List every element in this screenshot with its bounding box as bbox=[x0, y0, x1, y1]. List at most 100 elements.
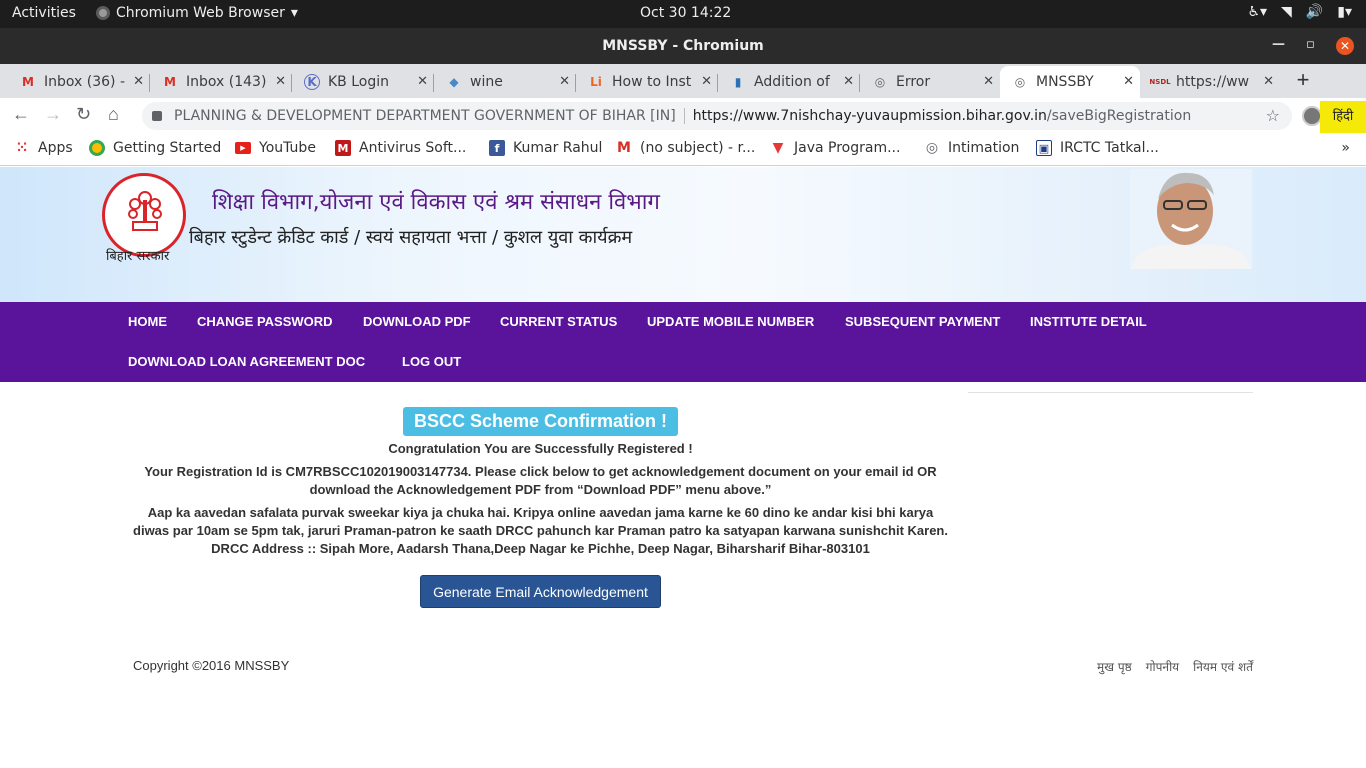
tab-wine[interactable]: ◆ wine ✕ bbox=[434, 66, 576, 98]
footer-link-privacy[interactable]: गोपनीय bbox=[1146, 658, 1179, 675]
maximize-icon[interactable]: ▫ bbox=[1306, 37, 1315, 52]
bookmark-label: Apps bbox=[38, 140, 73, 156]
close-tab-icon[interactable]: ✕ bbox=[133, 74, 144, 89]
clock[interactable]: Oct 30 14:22 bbox=[640, 5, 731, 21]
globe-icon: ◎ bbox=[925, 140, 939, 156]
nav-home[interactable]: HOME bbox=[128, 314, 167, 329]
tutorials-icon: ▼ bbox=[772, 140, 784, 156]
url-text[interactable]: https://www.7nishchay-yuvaupmission.biha… bbox=[693, 108, 1192, 124]
generate-email-acknowledgement-button[interactable]: Generate Email Acknowledgement bbox=[420, 575, 661, 608]
registration-id-text: Your Registration Id is CM7RBSCC10201900… bbox=[144, 464, 937, 479]
new-tab-button[interactable]: + bbox=[1290, 68, 1316, 94]
forward-icon[interactable]: → bbox=[44, 104, 62, 125]
footer-link-terms[interactable]: नियम एवं शर्तें bbox=[1193, 658, 1253, 675]
nav-download-loan-agreement[interactable]: DOWNLOAD LOAN AGREEMENT DOC bbox=[128, 354, 365, 369]
window-title: MNSSBY - Chromium bbox=[602, 38, 764, 54]
gmail-icon: M bbox=[617, 140, 631, 156]
bookmark-label: Antivirus Soft... bbox=[359, 140, 467, 156]
instruction-text-2: diwas par 10am se 5pm tak, jaruri Praman… bbox=[133, 523, 948, 538]
close-tab-icon[interactable]: ✕ bbox=[1263, 74, 1274, 89]
bookmark-getting-started[interactable]: Getting Started bbox=[89, 140, 221, 156]
chief-minister-photo bbox=[1130, 169, 1252, 269]
bookmark-label: Getting Started bbox=[113, 140, 222, 156]
app-menu[interactable]: Chromium Web Browser ▾ bbox=[96, 5, 298, 21]
chevron-down-icon: ▾ bbox=[290, 5, 298, 21]
bookmark-star-icon[interactable]: ☆ bbox=[1266, 106, 1280, 125]
profile-avatar[interactable] bbox=[1302, 106, 1322, 126]
bookmark-java-program[interactable]: ▼ Java Program... bbox=[770, 140, 901, 156]
bookmark-youtube[interactable]: ▶ YouTube bbox=[235, 140, 316, 156]
bookmark-irctc[interactable]: ▣ IRCTC Tatkal... bbox=[1036, 140, 1159, 156]
back-icon[interactable]: ← bbox=[12, 104, 30, 125]
tab-mnssby[interactable]: ◎ MNSSBY ✕ bbox=[1000, 66, 1140, 98]
activities-button[interactable]: Activities bbox=[12, 5, 76, 21]
bookmark-intimation[interactable]: ◎ Intimation bbox=[924, 140, 1020, 156]
copyright-text: Copyright ©2016 MNSSBY bbox=[133, 658, 290, 673]
bihar-emblem-logo bbox=[102, 173, 186, 257]
bookmarks-bar: ⁙ Apps Getting Started ▶ YouTube M Antiv… bbox=[0, 134, 1366, 166]
nav-change-password[interactable]: CHANGE PASSWORD bbox=[197, 314, 333, 329]
facebook-icon: f bbox=[489, 140, 505, 156]
bookmark-label: Intimation bbox=[948, 140, 1020, 156]
gmail-icon: M bbox=[22, 75, 34, 89]
tab-how-to-install[interactable]: Li How to Inst ✕ bbox=[576, 66, 718, 98]
browser-toolbar: ← → ↻ ⌂ PLANNING & DEVELOPMENT DEPARTMEN… bbox=[0, 98, 1366, 134]
instruction-text-1: Aap ka aavedan safalata purvak sweekar k… bbox=[147, 505, 934, 520]
bookmark-label: Java Program... bbox=[794, 140, 901, 156]
close-tab-icon[interactable]: ✕ bbox=[843, 74, 854, 89]
tab-error[interactable]: ◎ Error ✕ bbox=[860, 66, 1000, 98]
bookmark-label: YouTube bbox=[259, 140, 316, 156]
close-window-icon[interactable]: ✕ bbox=[1336, 37, 1354, 55]
main-nav: HOME CHANGE PASSWORD DOWNLOAD PDF CURREN… bbox=[0, 302, 1366, 382]
close-tab-icon[interactable]: ✕ bbox=[559, 74, 570, 89]
close-tab-icon[interactable]: ✕ bbox=[983, 74, 994, 89]
hindi-language-button[interactable]: हिंदी bbox=[1320, 101, 1366, 133]
nav-current-status[interactable]: CURRENT STATUS bbox=[500, 314, 617, 329]
tab-addition-of[interactable]: ▮ Addition of ✕ bbox=[718, 66, 860, 98]
nav-download-pdf[interactable]: DOWNLOAD PDF bbox=[363, 314, 471, 329]
reload-icon[interactable]: ↻ bbox=[76, 104, 91, 125]
more-bookmarks-icon[interactable]: » bbox=[1341, 140, 1350, 156]
tab-kb-login[interactable]: K KB Login ✕ bbox=[292, 66, 434, 98]
tab-inbox-36[interactable]: M Inbox (36) - ✕ bbox=[8, 66, 150, 98]
close-tab-icon[interactable]: ✕ bbox=[1123, 74, 1134, 89]
bookmark-antivirus[interactable]: M Antivirus Soft... bbox=[335, 140, 466, 156]
battery-icon[interactable]: ▮▾ bbox=[1337, 4, 1352, 20]
chrome-icon bbox=[89, 140, 105, 156]
lock-icon[interactable] bbox=[152, 111, 162, 121]
gmail-icon: M bbox=[164, 75, 176, 89]
footer-links: मुख पृष्ठ गोपनीय नियम एवं शर्तें bbox=[1097, 658, 1253, 675]
close-tab-icon[interactable]: ✕ bbox=[275, 74, 286, 89]
nsdl-icon: NSDL bbox=[1149, 78, 1171, 86]
close-tab-icon[interactable]: ✕ bbox=[701, 74, 712, 89]
confirmation-badge: BSCC Scheme Confirmation ! bbox=[403, 407, 678, 436]
footer-link-home[interactable]: मुख पृष्ठ bbox=[1097, 658, 1132, 675]
minimize-icon[interactable]: — bbox=[1272, 37, 1285, 52]
globe-icon: ◎ bbox=[874, 75, 886, 89]
accessibility-icon[interactable]: ♿▾ bbox=[1247, 4, 1267, 20]
system-tray[interactable]: ♿▾ ◥ 🔊 ▮▾ bbox=[1247, 4, 1352, 20]
tab-nsdl[interactable]: NSDL https://ww ✕ bbox=[1140, 66, 1280, 98]
site-header: बिहार सरकार शिक्षा विभाग,योजना एवं विकास… bbox=[0, 167, 1366, 302]
nav-institute-detail[interactable]: INSTITUTE DETAIL bbox=[1030, 314, 1147, 329]
tab-inbox-143[interactable]: M Inbox (143) ✕ bbox=[150, 66, 292, 98]
app-name: Chromium Web Browser bbox=[116, 5, 285, 21]
bookmark-kumar-rahul[interactable]: f Kumar Rahul bbox=[489, 140, 602, 156]
department-title: शिक्षा विभाग,योजना एवं विकास एवं श्रम सं… bbox=[212, 190, 660, 215]
nav-log-out[interactable]: LOG OUT bbox=[402, 354, 461, 369]
chromium-icon bbox=[96, 6, 110, 20]
bookmark-label: IRCTC Tatkal... bbox=[1060, 140, 1159, 156]
wifi-icon[interactable]: ◥ bbox=[1281, 4, 1292, 20]
home-icon[interactable]: ⌂ bbox=[108, 104, 119, 125]
close-tab-icon[interactable]: ✕ bbox=[417, 74, 428, 89]
wine-icon: ◆ bbox=[449, 75, 459, 89]
nav-update-mobile-number[interactable]: UPDATE MOBILE NUMBER bbox=[647, 314, 814, 329]
site-org-name: PLANNING & DEVELOPMENT DEPARTMENT GOVERN… bbox=[174, 108, 676, 124]
address-bar[interactable]: PLANNING & DEVELOPMENT DEPARTMENT GOVERN… bbox=[142, 102, 1292, 130]
volume-icon[interactable]: 🔊 bbox=[1306, 4, 1323, 20]
nav-subsequent-payment[interactable]: SUBSEQUENT PAYMENT bbox=[845, 314, 1000, 329]
globe-icon: ◎ bbox=[1014, 75, 1026, 89]
li-icon: Li bbox=[590, 75, 602, 89]
bookmark-apps[interactable]: ⁙ Apps bbox=[14, 140, 73, 156]
bookmark-no-subject[interactable]: M (no subject) - r... bbox=[616, 140, 755, 156]
